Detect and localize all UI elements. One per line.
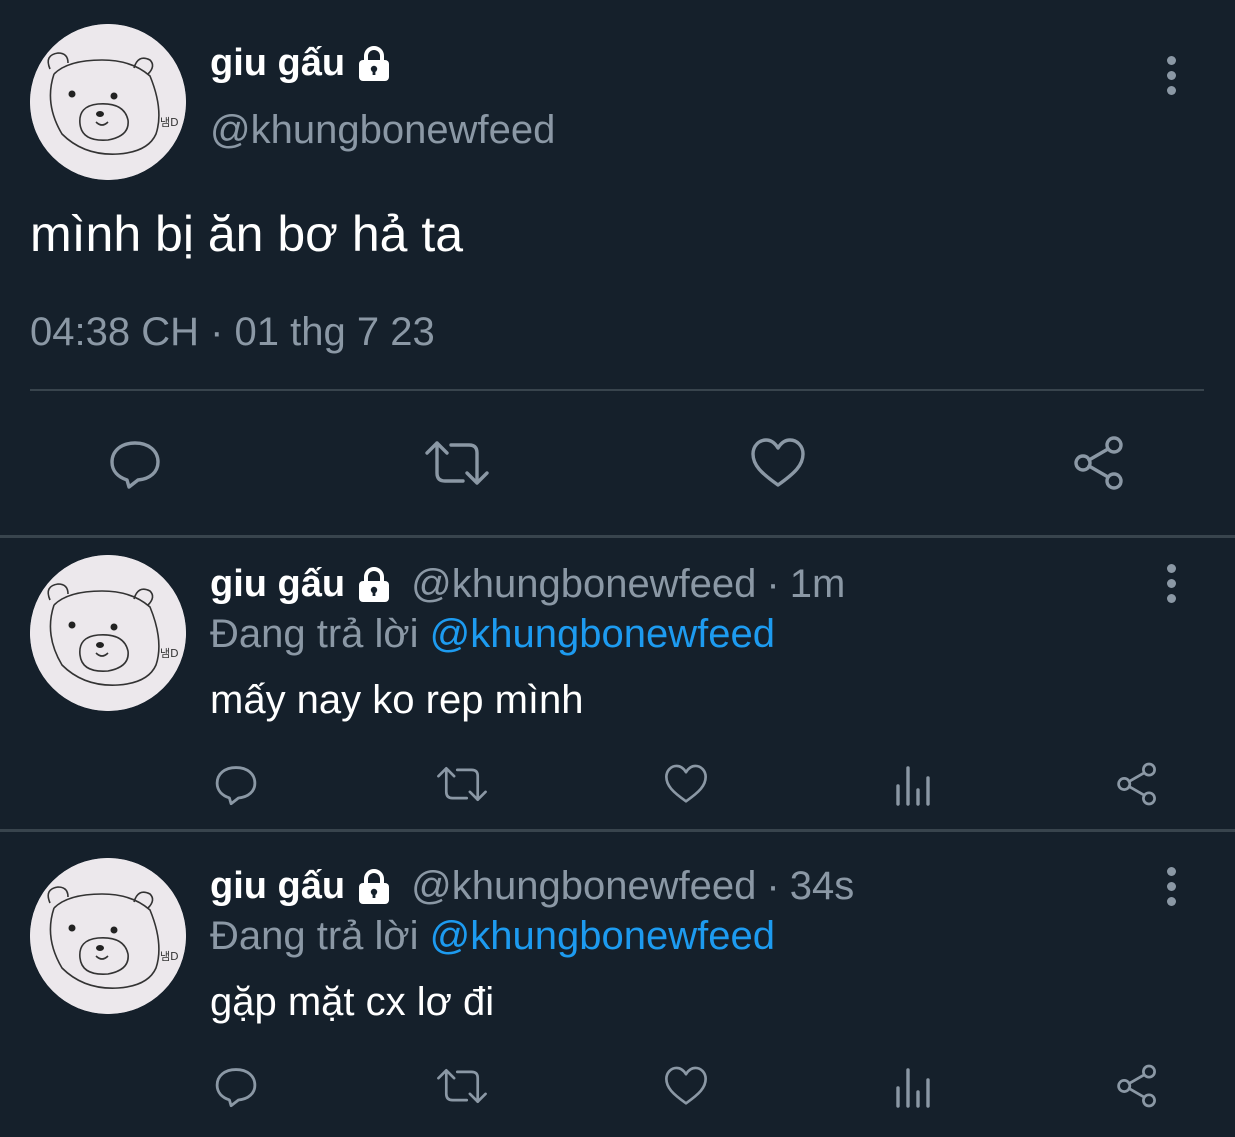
share-icon[interactable] (1112, 1062, 1162, 1110)
separator-dot: · (766, 864, 780, 908)
lock-icon (353, 564, 395, 606)
tweet-time[interactable]: 34s (790, 864, 855, 909)
bear-avatar-icon: 냄D (30, 555, 186, 711)
views-icon[interactable] (888, 760, 936, 808)
reply-tweet[interactable]: 냄D giu gấu @khungbonewfeed · 34s Đang tr… (0, 832, 1235, 1137)
share-icon[interactable] (1068, 432, 1130, 494)
mention-link[interactable]: @khungbonewfeed (430, 612, 775, 656)
author-name[interactable]: giu gấu (210, 42, 345, 85)
more-options-icon[interactable] (1151, 553, 1191, 613)
avatar-tag: 냄D (160, 116, 179, 129)
more-options-icon[interactable] (1151, 856, 1191, 916)
tweet-text: mấy nay ko rep mình (210, 678, 584, 722)
avatar[interactable]: 냄D (30, 858, 186, 1014)
reply-icon[interactable] (212, 760, 260, 808)
reply-header: giu gấu @khungbonewfeed · 34s (210, 864, 854, 909)
tweet-text: gặp mặt cx lơ đi (210, 980, 495, 1024)
like-icon[interactable] (662, 760, 710, 808)
share-icon[interactable] (1112, 760, 1162, 808)
separator-dot: · (766, 562, 780, 606)
replying-label: Đang trả lời (210, 612, 419, 656)
avatar-tag: 냄D (160, 950, 179, 963)
replying-to: Đang trả lời @khungbonewfeed (210, 914, 775, 959)
lock-icon (353, 866, 395, 908)
more-options-icon[interactable] (1151, 45, 1191, 105)
like-icon[interactable] (662, 1062, 710, 1110)
avatar[interactable]: 냄D (30, 555, 186, 711)
author-name-line: giu gấu (210, 42, 395, 85)
tweet-time[interactable]: 1m (790, 562, 846, 607)
like-icon[interactable] (747, 432, 809, 494)
retweet-icon[interactable] (422, 432, 492, 494)
bear-avatar-icon: 냄D (30, 24, 186, 180)
main-tweet: 냄D giu gấu @khungbonewfeed mình bị ăn bơ… (0, 0, 1235, 536)
tweet-timestamp[interactable]: 04:38 CH · 01 thg 7 23 (30, 310, 435, 355)
author-name[interactable]: giu gấu (210, 563, 345, 606)
mention-link[interactable]: @khungbonewfeed (430, 914, 775, 958)
avatar[interactable]: 냄D (30, 24, 186, 180)
bear-avatar-icon: 냄D (30, 858, 186, 1014)
reply-header: giu gấu @khungbonewfeed · 1m (210, 562, 845, 607)
divider (30, 389, 1204, 391)
reply-icon[interactable] (212, 1062, 260, 1110)
views-icon[interactable] (888, 1062, 936, 1110)
reply-icon[interactable] (104, 432, 166, 494)
retweet-icon[interactable] (434, 760, 490, 808)
author-name[interactable]: giu gấu (210, 865, 345, 908)
reply-tweet[interactable]: 냄D giu gấu @khungbonewfeed · 1m Đang trả… (0, 538, 1235, 830)
lock-icon (353, 43, 395, 85)
author-handle[interactable]: @khungbonewfeed (411, 864, 756, 909)
avatar-tag: 냄D (160, 647, 179, 660)
author-handle[interactable]: @khungbonewfeed (210, 108, 555, 153)
retweet-icon[interactable] (434, 1062, 490, 1110)
replying-to: Đang trả lời @khungbonewfeed (210, 612, 775, 657)
tweet-text: mình bị ăn bơ hả ta (30, 206, 464, 262)
author-handle[interactable]: @khungbonewfeed (411, 562, 756, 607)
replying-label: Đang trả lời (210, 914, 419, 958)
